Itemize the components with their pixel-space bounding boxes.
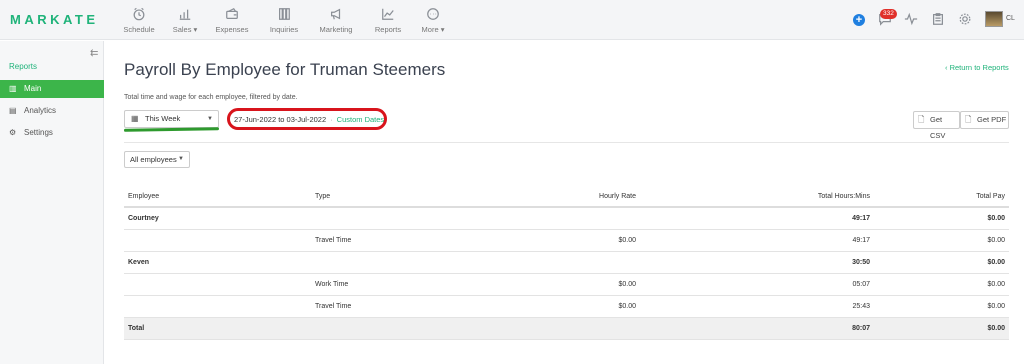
total-hours-cell: 80:07 [640,317,874,340]
add-button[interactable]: + [853,14,865,26]
type-cell: Travel Time [311,295,498,318]
nav-label: Marketing [319,25,353,34]
get-csv-button[interactable]: 🗋 Get CSV [913,111,960,140]
employee-cell [124,229,311,252]
type-cell: Work Time [311,273,498,296]
wallet-icon [205,7,259,22]
nav-label: More ▾ [421,25,445,34]
caret-down-icon: ▼ [178,156,184,162]
hours-cell: 49:17 [640,229,874,252]
type-cell [311,251,498,274]
nav-sales[interactable]: Sales ▾ [158,7,212,34]
sidebar-item-settings[interactable]: ⚙ Settings [0,124,104,142]
pay-cell: $0.00 [874,229,1009,252]
type-cell [311,317,498,340]
date-range-display: 27-Jun-2022 to 03-Jul-2022 · Custom Dates [234,115,385,124]
table-row: Courtney 49:17 $0.00 [124,207,1009,230]
get-pdf-button[interactable]: 🗋 Get PDF [960,111,1009,129]
annotation-underline [123,127,220,132]
table-total-row: Total 80:07 $0.00 [124,317,1009,340]
employee-cell [124,273,311,296]
employee-cell: Courtney [124,207,311,230]
notification-badge: 332 [880,9,897,19]
bar-chart-icon: ▥ [9,84,17,93]
rate-cell [498,207,640,230]
sidebar-title: Reports [9,62,38,71]
column-header: Employee [124,187,311,208]
rate-cell [498,251,640,274]
document-icon: ▤ [9,106,17,115]
megaphone-icon [309,7,363,22]
employee-cell: Keven [124,251,311,274]
column-header: Total Pay [874,187,1009,208]
rate-cell: $0.00 [498,273,640,296]
avatar[interactable] [985,11,1003,27]
total-pay-cell: $0.00 [874,317,1009,340]
file-icon: 🗋 [965,115,972,124]
nav-label: Inquiries [269,25,299,34]
rate-cell: $0.00 [498,295,640,318]
collapse-sidebar-icon[interactable]: ⇇ [90,48,98,59]
table-row: Travel Time $0.00 49:17 $0.00 [124,229,1009,252]
type-cell [311,207,498,230]
table-row: Keven 30:50 $0.00 [124,251,1009,274]
custom-dates-link[interactable]: Custom Dates [337,115,385,124]
caret-down-icon: ▼ [207,116,213,122]
sidebar-item-label: Main [24,84,42,93]
gear-icon[interactable] [958,12,972,31]
nav-label: Expenses [215,25,249,34]
clipboard-icon[interactable] [931,12,945,31]
page-title: Payroll By Employee for Truman Steemers [124,60,446,79]
nav-marketing[interactable]: Marketing [309,7,363,34]
rate-cell [498,317,640,340]
nav-label: Schedule [123,25,155,34]
page-subtitle: Total time and wage for each employee, f… [124,94,298,101]
nav-label: Sales ▾ [172,25,198,34]
calendar-icon: ▦ [131,114,139,123]
sidebar-item-label: Settings [24,128,53,137]
nav-expenses[interactable]: Expenses [205,7,259,34]
payroll-table: Employee Type Hourly Rate Total Hours:Mi… [124,187,1009,340]
employee-filter-select[interactable]: All employees ▼ [124,151,190,168]
user-menu[interactable]: CL [1006,15,1015,22]
date-range-text: 27-Jun-2022 to 03-Jul-2022 [234,115,327,124]
top-nav-bar: MARKATE Schedule Sales ▾ Expenses Inquir… [0,0,1024,40]
pay-cell: $0.00 [874,273,1009,296]
file-icon: 🗋 [918,115,925,124]
pay-cell: $0.00 [874,207,1009,230]
hours-cell: 49:17 [640,207,874,230]
sidebar-item-label: Analytics [24,106,57,115]
nav-inquiries[interactable]: Inquiries [257,7,311,34]
ellipsis-icon [406,7,460,22]
column-header: Type [311,187,498,208]
sidebar-item-main[interactable]: ▥ Main [0,80,104,98]
pay-cell: $0.00 [874,295,1009,318]
return-to-reports-link[interactable]: ‹ Return to Reports [945,63,1009,72]
rate-cell: $0.00 [498,229,640,252]
hours-cell: 25:43 [640,295,874,318]
table-header-row: Employee Type Hourly Rate Total Hours:Mi… [124,187,1009,208]
columns-icon [257,7,311,22]
hours-cell: 05:07 [640,273,874,296]
employee-cell [124,295,311,318]
nav-label: Reports [374,25,402,34]
divider [124,142,1009,143]
total-label: Total [124,317,311,340]
app-logo[interactable]: MARKATE [10,12,99,27]
table-row: Travel Time $0.00 25:43 $0.00 [124,295,1009,318]
column-header: Hourly Rate [498,187,640,208]
bar-chart-icon [158,7,212,22]
column-header: Total Hours:Mins [640,187,874,208]
table-row: Work Time $0.00 05:07 $0.00 [124,273,1009,296]
gear-icon: ⚙ [9,128,17,137]
period-select[interactable]: ▦ This Week ▼ [124,110,219,128]
hours-cell: 30:50 [640,251,874,274]
sidebar: ⇇ Reports ▥ Main ▤ Analytics ⚙ Settings [0,41,104,364]
pay-cell: $0.00 [874,251,1009,274]
nav-more[interactable]: More ▾ [406,7,460,34]
activity-icon[interactable] [904,12,918,31]
sidebar-item-analytics[interactable]: ▤ Analytics [0,102,104,120]
type-cell: Travel Time [311,229,498,252]
